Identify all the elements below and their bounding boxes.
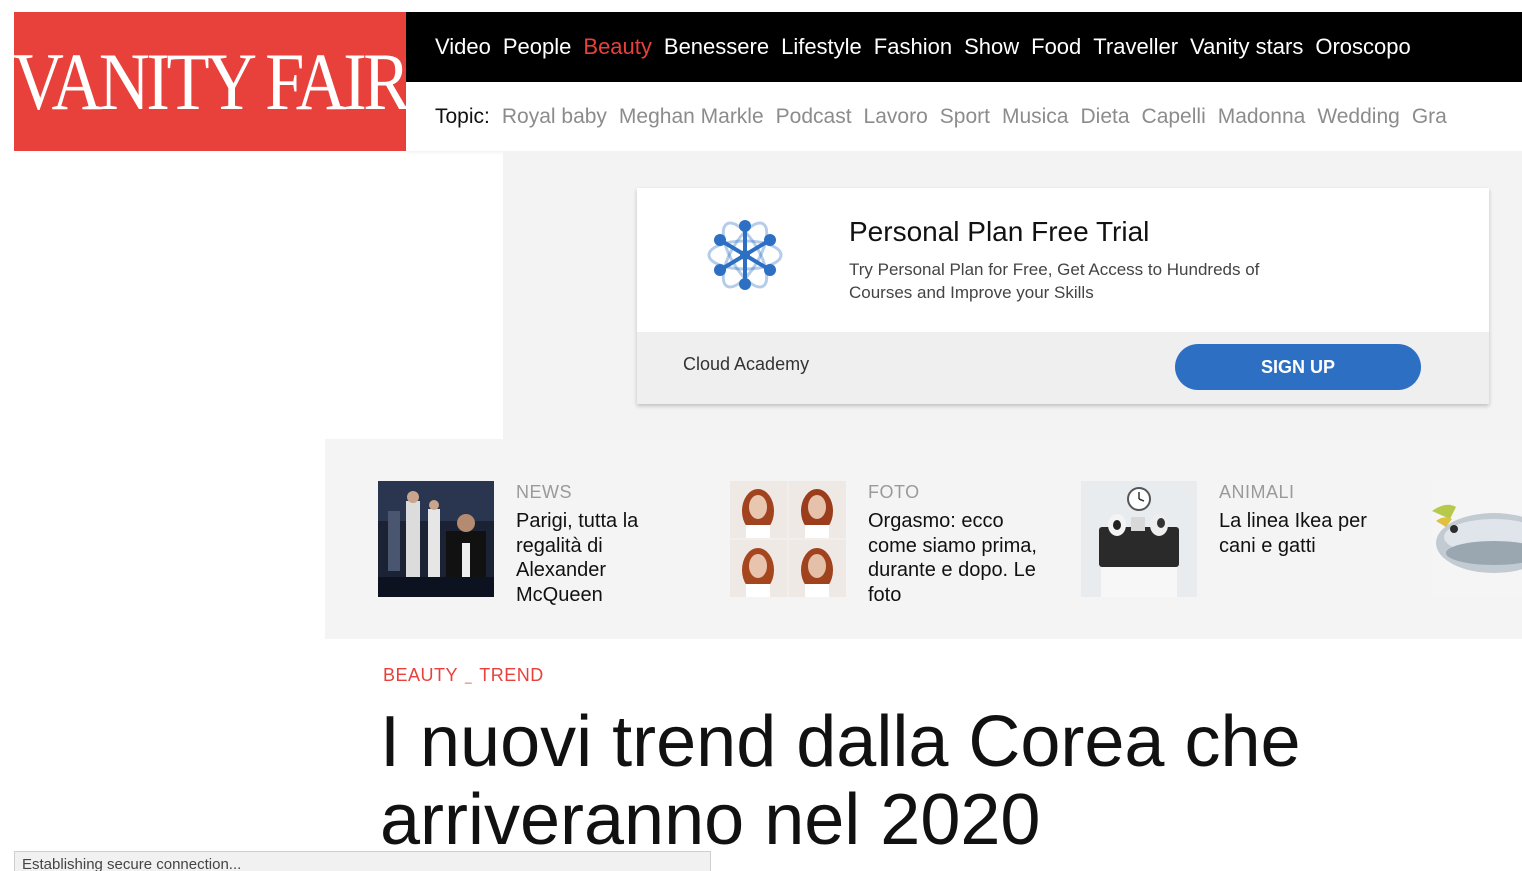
nav-item-vanity-stars[interactable]: Vanity stars [1190, 34, 1303, 60]
ad-card[interactable]: Personal Plan Free Trial Try Personal Pl… [637, 188, 1489, 404]
nav-item-video[interactable]: Video [435, 34, 491, 60]
nav-item-oroscopo[interactable]: Oroscopo [1315, 34, 1410, 60]
ad-brand: Cloud Academy [683, 354, 810, 374]
topic-link[interactable]: Wedding [1317, 105, 1400, 129]
sign-up-button[interactable]: SIGN UP [1175, 344, 1421, 390]
topic-link[interactable]: Meghan Markle [619, 105, 764, 129]
topic-bar: Topic: Royal baby Meghan Markle Podcast … [406, 82, 1522, 151]
nav-item-show[interactable]: Show [964, 34, 1019, 60]
topic-link[interactable]: Sport [940, 105, 990, 129]
fish-photo[interactable] [1432, 481, 1522, 597]
main-nav: Video People Beauty Benessere Lifestyle … [406, 12, 1522, 82]
browser-status-bar: Establishing secure connection... [14, 851, 711, 871]
topic-link[interactable]: Madonna [1218, 105, 1306, 129]
related-category: FOTO [868, 482, 920, 502]
topic-link[interactable]: Dieta [1081, 105, 1130, 129]
nav-item-fashion[interactable]: Fashion [874, 34, 952, 60]
topic-link[interactable]: Gra [1412, 105, 1447, 129]
woman-portrait-grid[interactable] [730, 481, 846, 597]
topic-link[interactable]: Podcast [776, 105, 852, 129]
logo-text: VANITY FAIR [13, 35, 410, 127]
related-category: ANIMALI [1219, 482, 1295, 502]
tag-trend[interactable]: TREND [479, 665, 544, 685]
article-headline: I nuovi trend dalla Corea che arriverann… [380, 702, 1301, 860]
related-title[interactable]: Parigi, tutta la regalità di Alexander M… [516, 509, 696, 607]
runway-photo[interactable] [378, 481, 494, 597]
ad-description: Try Personal Plan for Free, Get Access t… [849, 260, 1260, 302]
related-title[interactable]: Orgasmo: ecco come siamo prima, durante … [868, 509, 1048, 607]
nav-item-beauty[interactable]: Beauty [583, 34, 652, 60]
topic-link[interactable]: Lavoro [864, 105, 928, 129]
related-category: NEWS [516, 482, 572, 502]
article-tags: BEAUTY _ TREND [383, 665, 544, 686]
nav-item-traveller[interactable]: Traveller [1093, 34, 1178, 60]
ad-title[interactable]: Personal Plan Free Trial [849, 216, 1149, 248]
logo[interactable]: VANITY FAIR [13, 12, 410, 151]
tag-beauty[interactable]: BEAUTY [383, 665, 458, 685]
tag-separator: _ [465, 670, 473, 684]
cloud-academy-logo-icon [707, 220, 783, 290]
topic-link[interactable]: Capelli [1142, 105, 1206, 129]
topic-label: Topic: [435, 104, 490, 128]
topic-link[interactable]: Royal baby [502, 105, 607, 129]
nav-item-food[interactable]: Food [1031, 34, 1081, 60]
nav-item-lifestyle[interactable]: Lifestyle [781, 34, 862, 60]
related-title[interactable]: La linea Ikea per cani e gatti [1219, 509, 1399, 558]
topic-link[interactable]: Musica [1002, 105, 1069, 129]
ad-footer: Cloud Academy SIGN UP [637, 332, 1489, 404]
pet-bed-photo[interactable] [1081, 481, 1197, 597]
related-strip: NEWS Parigi, tutta la regalità di Alexan… [325, 439, 1522, 639]
nav-item-benessere[interactable]: Benessere [664, 34, 769, 60]
nav-item-people[interactable]: People [503, 34, 572, 60]
